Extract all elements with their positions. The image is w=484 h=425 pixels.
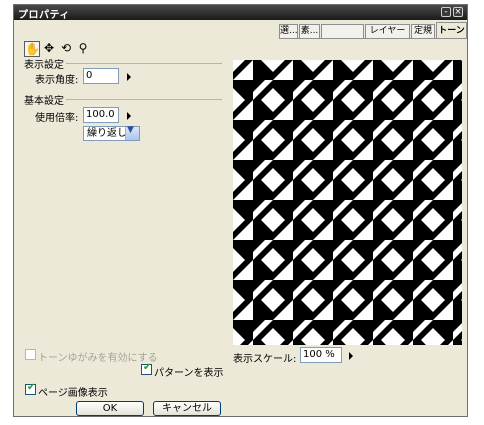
tab-layer[interactable]: レイヤー [365, 24, 410, 38]
scale-arrow-icon[interactable] [127, 112, 131, 120]
tab-selection[interactable]: 選... [279, 24, 298, 38]
rotate-icon[interactable]: ⟲ [58, 41, 74, 57]
move-icon[interactable]: ✥ [41, 41, 57, 57]
scale-input[interactable]: 100.0 [83, 107, 119, 123]
chevron-down-icon[interactable]: ▼ [125, 125, 139, 140]
tab-tone[interactable]: トーン [436, 22, 467, 39]
ok-button[interactable]: OK [76, 401, 144, 416]
tab-blank[interactable] [321, 24, 364, 38]
window-title: プロパティ [18, 10, 70, 21]
preview-scale-label: 表示スケール: [233, 354, 297, 365]
angle-input[interactable]: 0 [83, 68, 119, 84]
cancel-button[interactable]: キャンセル [153, 401, 221, 416]
basic-settings-heading: 基本設定 [24, 96, 64, 107]
hand-icon[interactable]: ✋ [24, 41, 40, 57]
title-bar[interactable]: プロパティ - × [14, 5, 467, 21]
scale-label: 使用倍率: [35, 113, 79, 124]
minimize-button[interactable]: - [441, 7, 451, 17]
close-button[interactable]: × [453, 7, 463, 17]
show-pattern-label: パターンを表示 [154, 368, 224, 379]
angle-label: 表示角度: [35, 75, 79, 86]
tone-distortion-checkbox[interactable] [25, 349, 36, 360]
preview-scale-input[interactable]: 100 % [300, 347, 342, 363]
section-divider [66, 63, 222, 64]
show-page-image-label: ページ画像表示 [38, 388, 108, 399]
tab-ruler[interactable]: 定規 [411, 24, 435, 38]
tone-preview [233, 60, 462, 345]
properties-dialog: プロパティ - × 選... 素... レイヤー 定規 トーン ✋ ✥ ⟲ ⚲ … [13, 4, 468, 417]
show-pattern-checkbox[interactable]: ✔ [141, 362, 152, 375]
display-settings-heading: 表示設定 [24, 60, 64, 71]
tab-divider [279, 38, 467, 39]
section-divider [66, 99, 222, 100]
houndstooth-pattern [233, 60, 462, 345]
tone-distortion-label: トーンゆがみを有効にする [38, 353, 158, 364]
mode-select-value: 繰り返し [87, 128, 127, 139]
show-page-image-checkbox[interactable]: ✔ [25, 382, 36, 395]
tool-row: ✋ ✥ ⟲ ⚲ [24, 41, 104, 57]
preview-scale-arrow-icon[interactable] [349, 352, 353, 360]
angle-arrow-icon[interactable] [127, 73, 131, 81]
mode-select[interactable]: 繰り返し ▼ [83, 125, 140, 141]
pin-icon[interactable]: ⚲ [75, 41, 91, 57]
tab-material[interactable]: 素... [299, 24, 320, 38]
